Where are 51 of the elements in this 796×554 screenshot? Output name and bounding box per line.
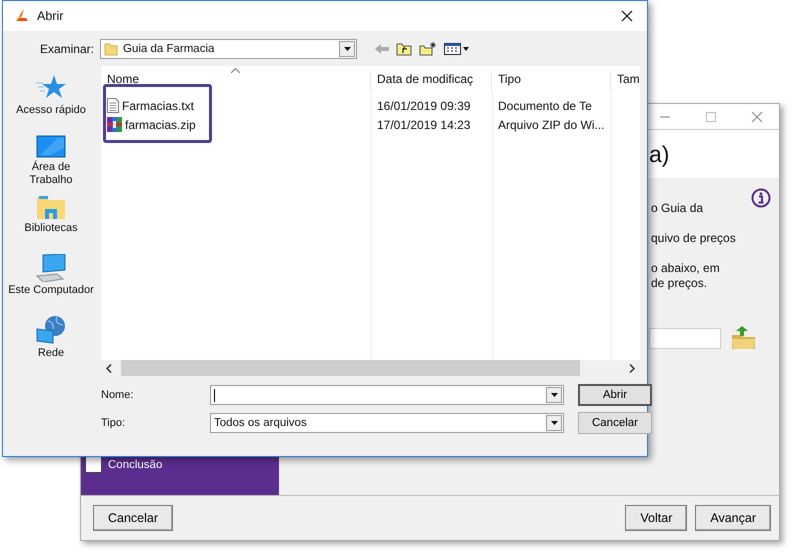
- desktop-icon[interactable]: [36, 134, 66, 159]
- step-label: Conclusão: [108, 458, 162, 470]
- dropdown-arrow-icon[interactable]: [550, 393, 558, 397]
- file-type-cell-text: Arquivo ZIP do Wi...: [497, 118, 606, 132]
- archive-file-icon: [107, 117, 122, 132]
- scroll-left-icon[interactable]: [106, 364, 112, 372]
- cancel-button[interactable]: Cancelar: [93, 505, 174, 531]
- instruction-text: o Guia da: [651, 201, 704, 215]
- look-in-dropdown[interactable]: Guia da Farmacia: [100, 39, 357, 59]
- look-in-label: Examinar:: [38, 42, 95, 56]
- close-icon[interactable]: [621, 10, 633, 22]
- file-name[interactable]: farmacias.zip: [101, 117, 371, 132]
- sort-caret-icon: [231, 68, 240, 73]
- file-path-field[interactable]: [649, 328, 721, 348]
- modified-date-cell-text: 17/01/2019 14:23: [376, 118, 472, 132]
- library-folder-icon[interactable]: [36, 194, 66, 220]
- dialog-title: Abrir: [37, 9, 64, 23]
- file-name-label: Nome:: [101, 389, 134, 401]
- next-button[interactable]: Avançar: [695, 505, 771, 531]
- file-type-cell-text: Documento de Te: [497, 98, 593, 112]
- place-label[interactable]: Área de Trabalho: [21, 160, 81, 187]
- modified-date-cell-text: 16/01/2019 09:39: [376, 98, 472, 112]
- folder-upload-icon[interactable]: [731, 326, 757, 350]
- folder-icon: [104, 42, 118, 56]
- place-label[interactable]: Bibliotecas: [5, 222, 97, 235]
- scroll-right-icon[interactable]: [629, 364, 635, 372]
- file-name-field[interactable]: [210, 385, 564, 405]
- network-globe-icon[interactable]: [35, 315, 67, 346]
- info-icon: [751, 188, 771, 208]
- dropdown-arrow-icon[interactable]: [550, 421, 558, 425]
- file-type-dropdown[interactable]: Todos os arquivos: [210, 413, 564, 433]
- place-label[interactable]: Este Computador: [5, 284, 97, 298]
- computer-icon[interactable]: [35, 254, 67, 282]
- back-button[interactable]: Voltar: [625, 505, 688, 531]
- new-folder-icon[interactable]: [419, 42, 437, 56]
- text-file-icon: [107, 98, 119, 113]
- view-menu-icon[interactable]: [444, 43, 470, 55]
- wizard-heading: a): [649, 140, 670, 168]
- instruction-text: de preços.: [651, 276, 708, 290]
- app-logo-icon: [13, 8, 29, 24]
- file-name[interactable]: Farmacias.txt: [101, 98, 371, 113]
- file-type-label: Tipo:: [101, 417, 126, 429]
- place-label[interactable]: Rede: [5, 347, 97, 360]
- up-folder-icon[interactable]: [396, 42, 412, 56]
- place-label[interactable]: Acesso rápido: [5, 104, 97, 117]
- cancel-button[interactable]: Cancelar: [578, 412, 652, 434]
- instruction-text: quivo de preços: [651, 231, 736, 245]
- instruction-text: o abaixo, em: [651, 261, 720, 275]
- column-header[interactable]: Tam: [611, 72, 640, 90]
- dropdown-arrow-icon[interactable]: [344, 47, 350, 51]
- open-button[interactable]: Abrir: [578, 384, 652, 406]
